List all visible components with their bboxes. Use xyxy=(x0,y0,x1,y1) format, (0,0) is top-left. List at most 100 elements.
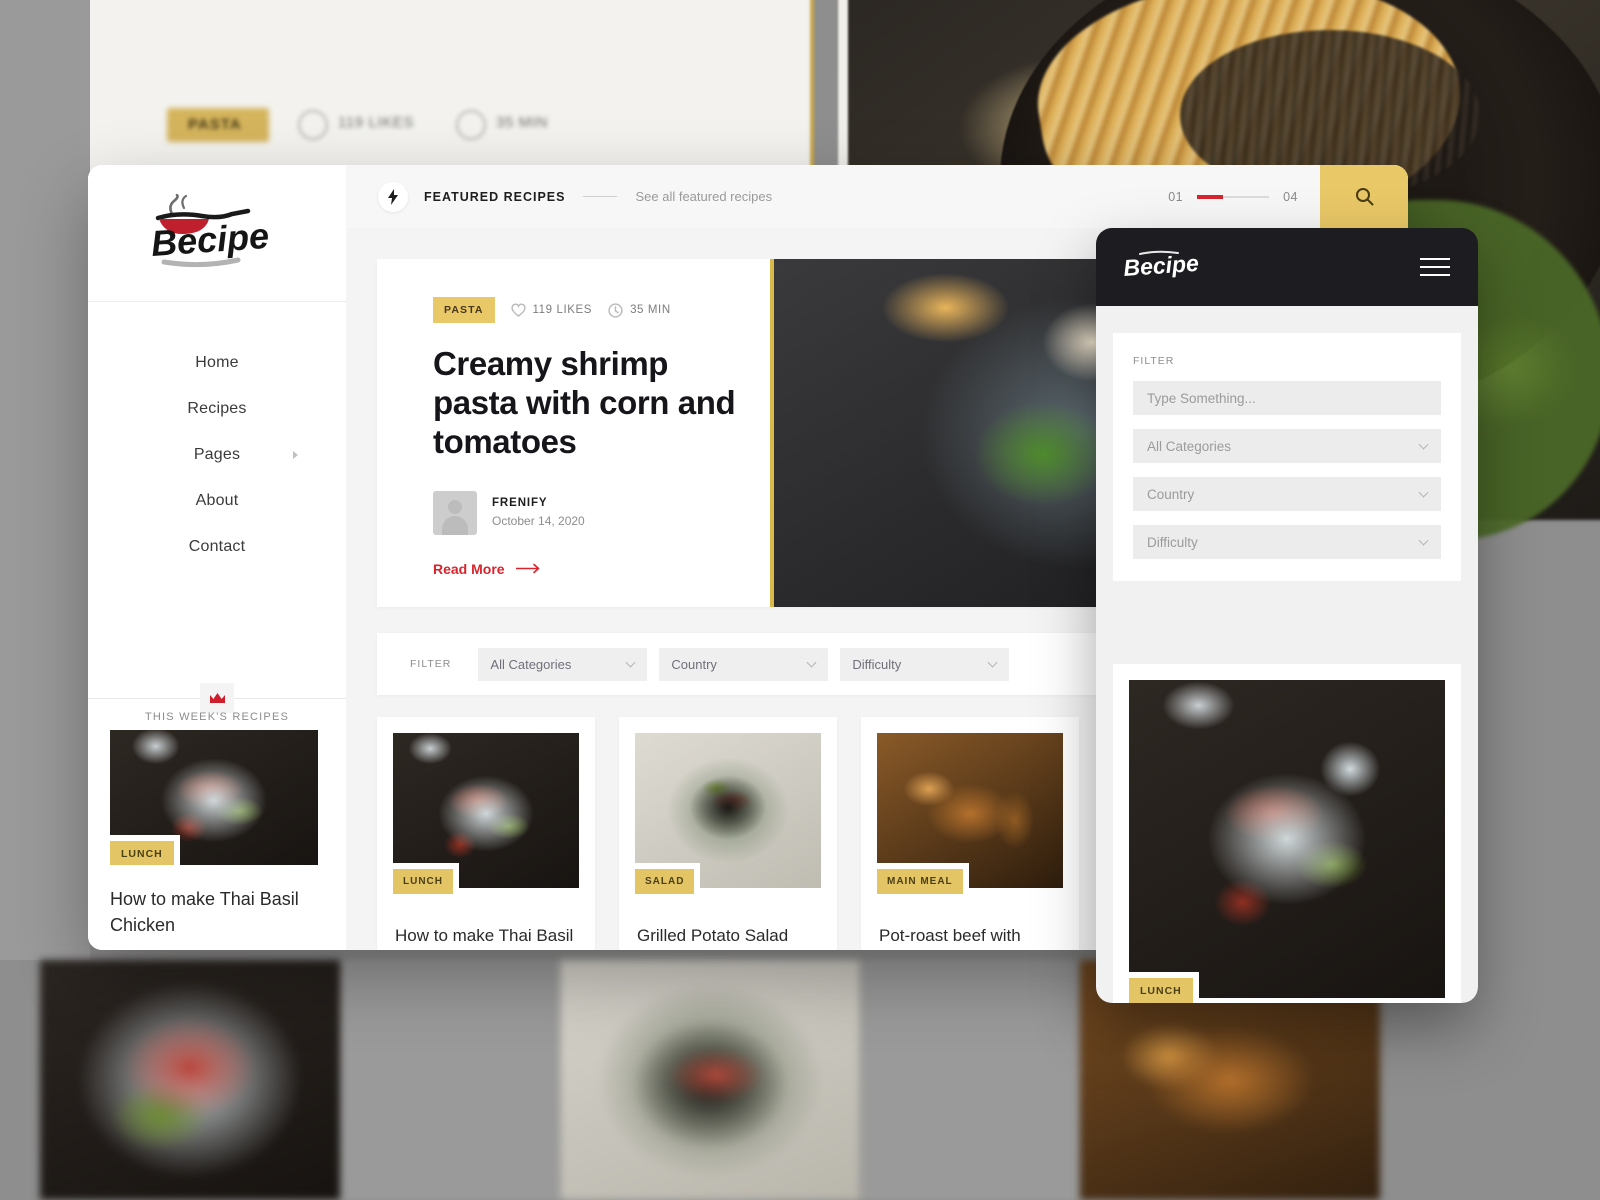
author-block: FRENIFY October 14, 2020 xyxy=(433,490,736,535)
mobile-header: Becipe xyxy=(1096,228,1478,306)
logo[interactable]: Becipe xyxy=(88,165,346,302)
nav-label: About xyxy=(195,492,239,509)
heart-icon xyxy=(510,303,526,317)
arrow-right-icon xyxy=(515,564,539,574)
recipe-title: How to make Thai Basil Chicken xyxy=(395,926,574,945)
nav-item-home[interactable]: Home xyxy=(88,340,346,386)
search-button[interactable] xyxy=(1320,165,1408,228)
search-placeholder: Type Something... xyxy=(1147,390,1256,406)
nav-item-contact[interactable]: Contact xyxy=(88,524,346,570)
select-value: All Categories xyxy=(1147,438,1232,454)
select-value: Difficulty xyxy=(1147,534,1198,550)
mobile-difficulty-select[interactable]: Difficulty xyxy=(1133,525,1441,559)
category-badge: LUNCH xyxy=(1113,972,1199,1003)
nav-label: Recipes xyxy=(187,400,247,417)
read-more-link[interactable]: Read More xyxy=(433,561,736,577)
select-value: All Categories xyxy=(490,656,572,672)
search-icon xyxy=(1355,188,1373,206)
mobile-mockup: Becipe FILTER Type Something... All Cate… xyxy=(1096,228,1478,1003)
lightning-bolt-icon xyxy=(378,181,408,212)
bg-likes-label: 119 LIKES xyxy=(338,114,415,131)
author-name: FRENIFY xyxy=(492,497,548,510)
hamburger-menu-icon[interactable] xyxy=(1420,258,1450,276)
recipe-thumbnail: LUNCH xyxy=(110,730,318,865)
nav-item-about[interactable]: About xyxy=(88,478,346,524)
crown-icon xyxy=(200,683,234,713)
recipe-thumbnail: LUNCH xyxy=(1113,680,1445,1003)
avatar xyxy=(433,490,477,535)
category-badge: MAIN MEAL xyxy=(861,863,969,900)
select-value: Country xyxy=(671,656,717,672)
publish-date: October 14, 2020 xyxy=(492,514,585,529)
chevron-down-icon xyxy=(987,657,998,668)
select-value: Difficulty xyxy=(852,656,902,672)
country-select[interactable]: Country xyxy=(659,647,829,681)
page-total: 04 xyxy=(1283,189,1298,204)
divider xyxy=(583,196,618,197)
recipe-thumbnail: MAIN MEAL xyxy=(861,733,1063,900)
category-select[interactable]: All Categories xyxy=(478,647,648,681)
bg-left-column xyxy=(0,0,90,960)
nav-label: Contact xyxy=(188,538,246,555)
select-value: Country xyxy=(1147,486,1195,502)
likes-label: 119 LIKES xyxy=(532,304,593,316)
likes-meta: 119 LIKES xyxy=(510,303,593,317)
featured-meta: PASTA 119 LIKES 35 MIN xyxy=(433,297,736,323)
bg-clock-icon xyxy=(456,110,486,140)
recipe-thumbnail: SALAD xyxy=(619,733,821,900)
sidebar: Becipe Home Recipes Pages About Contact xyxy=(88,165,346,950)
chevron-down-icon xyxy=(1418,535,1429,546)
featured-topbar: FEATURED RECIPES See all featured recipe… xyxy=(346,165,1408,228)
bg-badge-label: PASTA xyxy=(188,116,242,133)
week-divider xyxy=(88,683,346,713)
recipe-card[interactable]: SALAD Grilled Potato Salad with Scallion… xyxy=(619,717,837,950)
recipe-title: Grilled Potato Salad with Scallion Vinai… xyxy=(637,926,789,945)
bg-heart-icon xyxy=(298,110,328,140)
featured-text-panel: PASTA 119 LIKES 35 MIN Creamy shrimp pas… xyxy=(377,259,770,607)
time-label: 35 MIN xyxy=(630,304,671,316)
page-current: 01 xyxy=(1168,189,1184,204)
week-section-label: THIS WEEK'S RECIPES xyxy=(144,711,290,723)
nav-label: Home xyxy=(195,354,239,371)
chevron-down-icon xyxy=(806,657,817,668)
recipe-card[interactable]: MAIN MEAL Pot-roast beef with French oni… xyxy=(861,717,1079,950)
clock-icon xyxy=(608,302,623,318)
recipe-title: Pot-roast beef with French onion gravy xyxy=(879,926,1021,945)
mobile-filter-card: FILTER Type Something... All Categories … xyxy=(1113,333,1461,581)
category-badge: LUNCH xyxy=(110,835,180,865)
chevron-down-icon xyxy=(1418,439,1429,450)
difficulty-select[interactable]: Difficulty xyxy=(840,647,1010,681)
chevron-down-icon xyxy=(625,657,636,668)
mobile-category-select[interactable]: All Categories xyxy=(1133,429,1441,463)
nav-item-recipes[interactable]: Recipes xyxy=(88,386,346,432)
mobile-search-input[interactable]: Type Something... xyxy=(1133,381,1441,415)
featured-title: Creamy shrimp pasta with corn and tomato… xyxy=(433,345,736,460)
read-more-label: Read More xyxy=(433,560,505,577)
sidebar-recipe-card[interactable]: LUNCH How to make Thai Basil Chicken xyxy=(110,730,324,938)
chevron-right-icon xyxy=(293,451,298,459)
bg-bottom-photo-1 xyxy=(40,960,340,1200)
pagination-track[interactable] xyxy=(1197,194,1270,199)
mobile-body: FILTER Type Something... All Categories … xyxy=(1096,306,1478,1003)
time-meta: 35 MIN xyxy=(608,302,671,318)
category-badge: SALAD xyxy=(619,863,701,900)
becipe-logo-icon[interactable]: Becipe xyxy=(1122,247,1210,287)
main-navigation: Home Recipes Pages About Contact xyxy=(88,302,346,570)
featured-title: FEATURED RECIPES xyxy=(424,189,566,204)
chevron-down-icon xyxy=(1418,487,1429,498)
see-all-link[interactable]: See all featured recipes xyxy=(635,189,772,204)
filter-label: FILTER xyxy=(410,658,452,670)
svg-text:Becipe: Becipe xyxy=(150,215,271,264)
pagination-progress xyxy=(1197,194,1224,199)
category-badge: PASTA xyxy=(433,297,495,323)
svg-text:Becipe: Becipe xyxy=(1123,250,1200,281)
filter-label: FILTER xyxy=(1133,355,1175,367)
nav-item-pages[interactable]: Pages xyxy=(88,432,346,478)
mobile-recipe-card[interactable]: LUNCH How to make Thai Basil Chicken 107… xyxy=(1113,664,1461,1003)
bg-time-label: 35 MIN xyxy=(496,114,548,131)
recipe-title: How to make Thai Basil Chicken xyxy=(110,889,299,935)
mobile-country-select[interactable]: Country xyxy=(1133,477,1441,511)
carousel-pagination: 01 04 xyxy=(1168,190,1298,204)
recipe-thumbnail: LUNCH xyxy=(377,733,579,900)
recipe-card[interactable]: LUNCH How to make Thai Basil Chicken xyxy=(377,717,595,950)
